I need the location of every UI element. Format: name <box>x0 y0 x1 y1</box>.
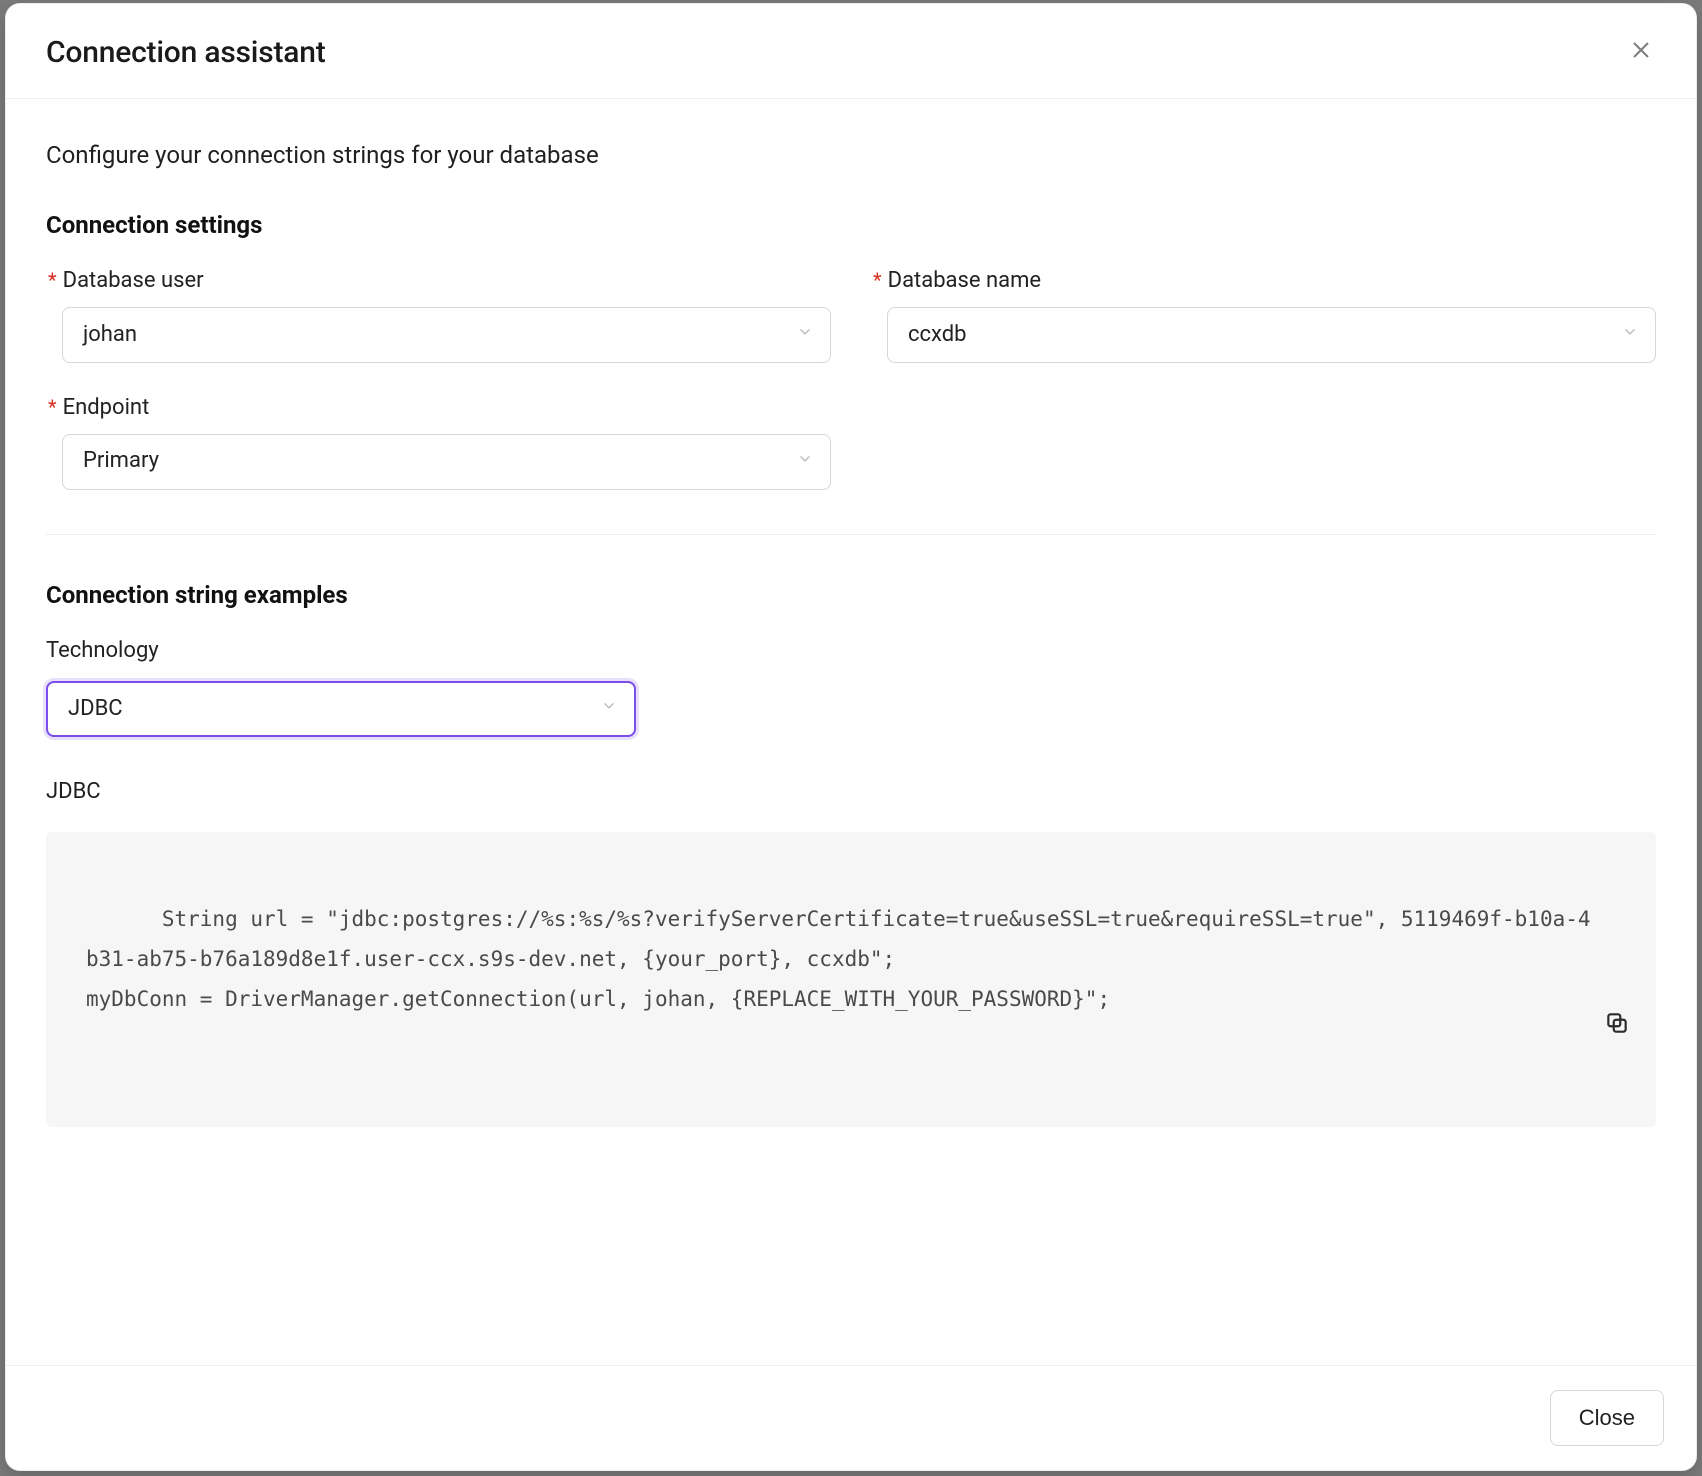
endpoint-label-text: Endpoint <box>63 393 150 424</box>
code-text: String url = "jdbc:postgres://%s:%s/%s?v… <box>86 907 1591 1011</box>
close-icon <box>1629 38 1653 68</box>
db-name-label: * Database name <box>887 266 1656 297</box>
endpoint-select[interactable]: Primary <box>62 434 831 490</box>
db-name-field: * Database name ccxdb <box>871 266 1656 363</box>
db-user-label-text: Database user <box>63 266 204 297</box>
endpoint-label: * Endpoint <box>62 393 831 424</box>
chevron-down-icon <box>600 694 618 725</box>
copy-icon <box>1602 995 1654 1054</box>
modal-footer: Close <box>6 1365 1696 1470</box>
db-name-value: ccxdb <box>908 320 967 351</box>
connection-string-code: String url = "jdbc:postgres://%s:%s/%s?v… <box>46 832 1656 1127</box>
endpoint-value: Primary <box>83 446 159 477</box>
endpoint-field: * Endpoint Primary <box>46 393 831 490</box>
chevron-down-icon <box>796 446 814 477</box>
technology-field: Technology JDBC <box>46 636 1656 737</box>
connection-settings-heading: Connection settings <box>46 209 1656 243</box>
modal-subtitle: Configure your connection strings for yo… <box>46 139 1656 173</box>
required-marker: * <box>48 397 57 417</box>
close-icon-button[interactable] <box>1626 38 1656 68</box>
db-name-label-text: Database name <box>888 266 1041 297</box>
required-marker: * <box>48 270 57 290</box>
db-user-select[interactable]: johan <box>62 307 831 363</box>
technology-value: JDBC <box>68 694 123 725</box>
db-user-field: * Database user johan <box>46 266 831 363</box>
chevron-down-icon <box>796 320 814 351</box>
connection-assistant-modal: Connection assistant Configure your conn… <box>6 4 1696 1470</box>
section-divider <box>46 534 1656 535</box>
close-button[interactable]: Close <box>1550 1390 1664 1446</box>
modal-body: Configure your connection strings for yo… <box>6 99 1696 1365</box>
modal-header: Connection assistant <box>6 4 1696 99</box>
db-user-value: johan <box>83 320 137 351</box>
required-marker: * <box>873 270 882 290</box>
chevron-down-icon <box>1621 320 1639 351</box>
examples-heading: Connection string examples <box>46 579 1656 613</box>
db-name-select[interactable]: ccxdb <box>887 307 1656 363</box>
copy-button[interactable] <box>1602 965 1632 995</box>
modal-title: Connection assistant <box>46 32 326 74</box>
technology-select[interactable]: JDBC <box>46 681 636 737</box>
db-user-label: * Database user <box>62 266 831 297</box>
technology-label: Technology <box>46 636 1656 667</box>
example-title: JDBC <box>46 777 1656 808</box>
settings-form: * Database user johan * Database name cc… <box>46 266 1656 490</box>
